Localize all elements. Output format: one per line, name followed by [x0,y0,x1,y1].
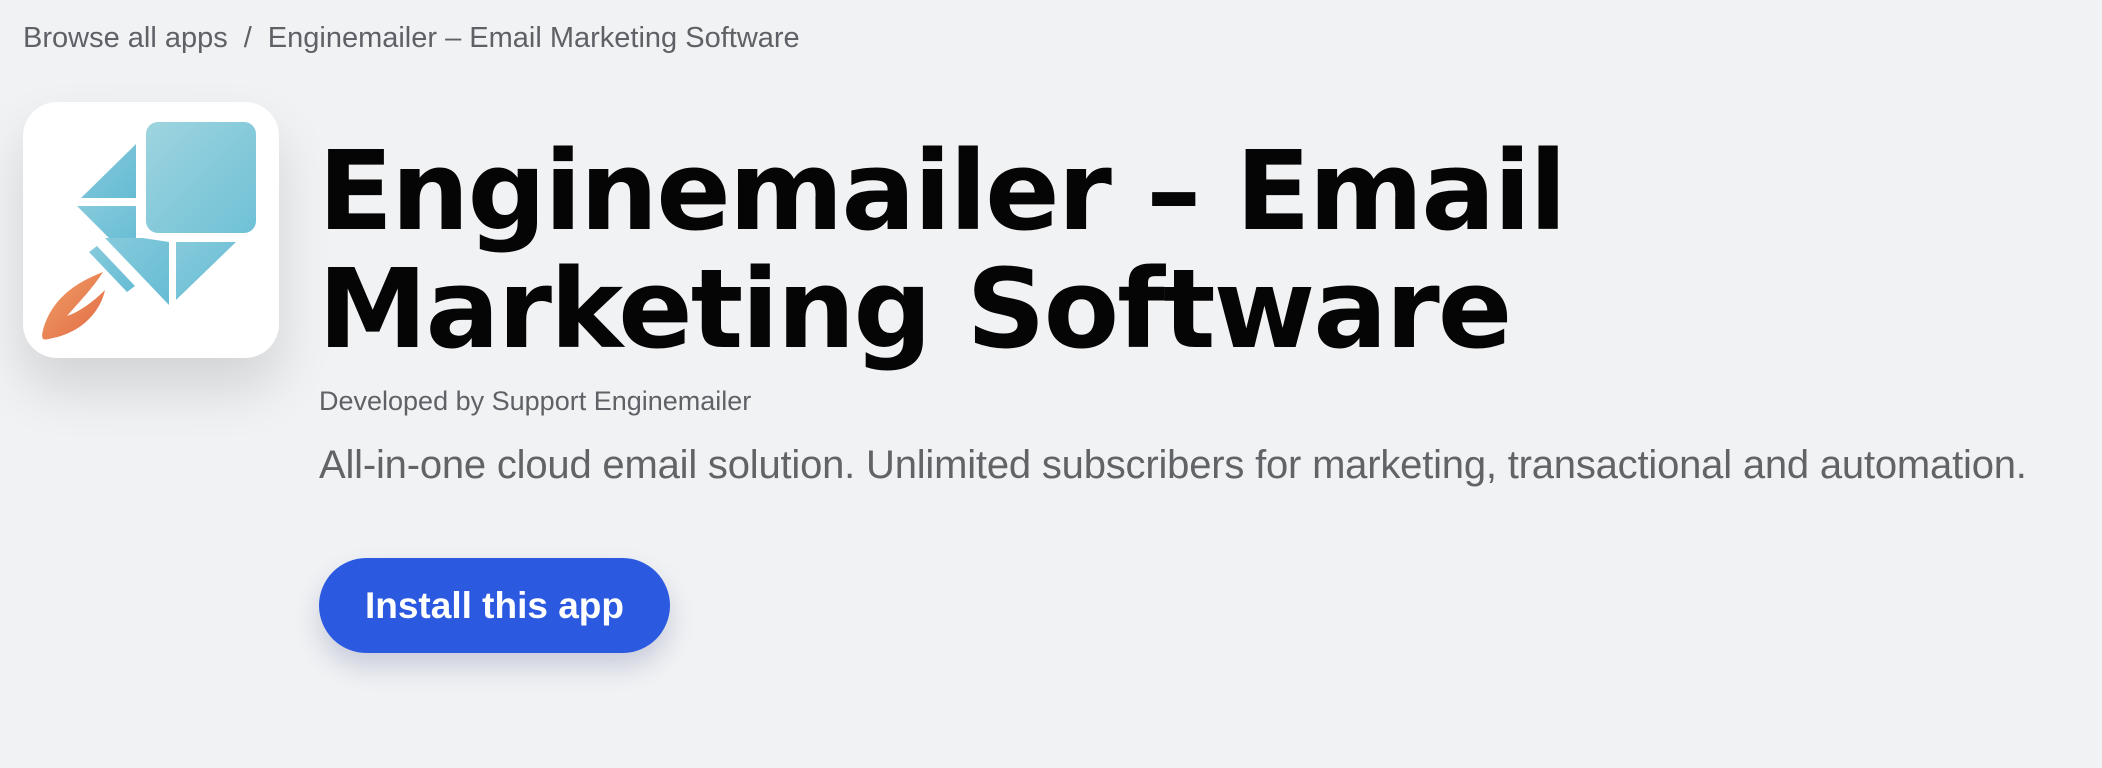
breadcrumb-browse-all-apps-link[interactable]: Browse all apps [23,22,228,55]
install-app-button[interactable]: Install this app [319,558,670,653]
enginemailer-logo-icon [42,122,256,340]
app-tagline: All-in-one cloud email solution. Unlimit… [319,443,2027,487]
developer-prefix: Developed by [319,386,485,416]
breadcrumb-current-page: Enginemailer – Email Marketing Software [267,22,800,54]
breadcrumb-separator: / [243,22,252,54]
developer-name-link[interactable]: Support Enginemailer [492,386,752,416]
breadcrumb: Browse all apps / Enginemailer – Email M… [23,22,800,55]
app-logo [23,102,279,358]
app-title: Enginemailer – Email Marketing Software [318,127,1567,373]
developer-line: Developed by Support Enginemailer [319,386,751,417]
